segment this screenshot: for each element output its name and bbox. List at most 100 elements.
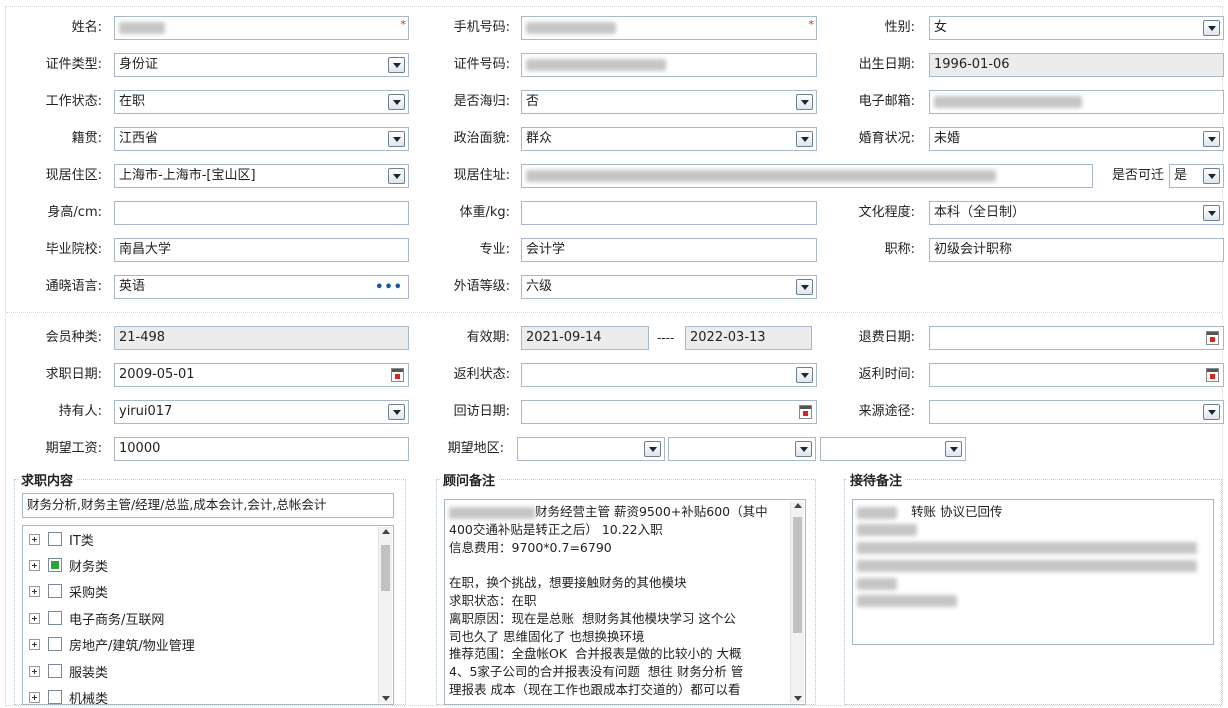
source-select[interactable] [929, 400, 1224, 424]
jobdate-field[interactable]: 2009-05-01 [114, 363, 409, 387]
chevron-down-icon[interactable] [945, 441, 962, 457]
expand-icon[interactable] [29, 585, 40, 597]
title-field[interactable]: 初级会计职称 [929, 238, 1224, 262]
major-field[interactable]: 会计学 [521, 238, 817, 262]
rebate-time-field[interactable] [929, 363, 1224, 387]
gender-select[interactable]: 女 [929, 16, 1224, 40]
chevron-down-icon[interactable] [388, 57, 405, 73]
scroll-thumb[interactable] [381, 545, 390, 591]
scroll-up-icon[interactable] [382, 529, 390, 534]
area-select-3[interactable] [820, 437, 966, 461]
scroll-up-icon[interactable] [794, 503, 802, 508]
checkbox-checked[interactable] [48, 558, 62, 572]
checkbox[interactable] [48, 637, 62, 651]
chevron-down-icon[interactable] [1203, 205, 1220, 221]
salary-field[interactable]: 10000 [114, 437, 409, 461]
returnee-select[interactable]: 否 [521, 90, 817, 114]
rebate-status-select[interactable] [521, 363, 817, 387]
tree-item-it[interactable]: IT类 [29, 527, 94, 551]
education-select[interactable]: 本科（全日制） [929, 201, 1224, 225]
member-type-value: 21-498 [119, 330, 166, 345]
name-field[interactable]: * [114, 16, 409, 40]
calendar-icon[interactable] [1206, 368, 1219, 382]
expand-icon[interactable] [29, 533, 40, 545]
tree-item-label: 采购类 [69, 585, 109, 601]
tree-item-machinery[interactable]: 机械类 [29, 685, 108, 704]
expand-icon[interactable] [29, 691, 40, 703]
chevron-down-icon[interactable] [644, 441, 661, 457]
chevron-down-icon[interactable] [795, 441, 812, 457]
chevron-down-icon[interactable] [388, 94, 405, 110]
tree-item-label: IT类 [69, 533, 94, 549]
chevron-down-icon[interactable] [1203, 20, 1220, 36]
school-field[interactable]: 南昌大学 [114, 238, 409, 262]
chevron-down-icon[interactable] [796, 94, 813, 110]
tree-item-label: 财务类 [69, 559, 109, 575]
refund-date-field[interactable] [929, 326, 1224, 350]
checkbox[interactable] [48, 664, 62, 678]
calendar-icon[interactable] [391, 368, 404, 382]
tree-item-label: 服装类 [69, 665, 109, 681]
area-select-2[interactable] [668, 437, 816, 461]
chevron-down-icon[interactable] [388, 131, 405, 147]
category-tree[interactable]: IT类 财务类 采购类 电子商务/互联网 房地产/建筑/物业管理 服装类 机械类 [22, 525, 394, 705]
area-select-1[interactable] [517, 437, 665, 461]
tree-item-realestate[interactable]: 房地产/建筑/物业管理 [29, 632, 195, 656]
political-value: 群众 [526, 131, 553, 146]
expand-icon[interactable] [29, 665, 40, 677]
chevron-down-icon[interactable] [796, 367, 813, 383]
idtype-select[interactable]: 身份证 [114, 53, 409, 77]
more-options-icon[interactable]: ••• [375, 277, 403, 298]
langlevel-select[interactable]: 六级 [521, 275, 817, 299]
education-value: 本科（全日制） [934, 205, 1026, 220]
consultant-notes-textarea[interactable]: 财务经营主管 薪资9500+补贴600（其中 400交通补贴是转正之后） 10.… [444, 499, 806, 705]
visit-date-field[interactable] [521, 400, 817, 424]
expand-icon[interactable] [29, 612, 40, 624]
address-label: 现居住址: [453, 168, 510, 183]
language-field[interactable]: 英语 ••• [114, 275, 409, 299]
reception-notes-textarea[interactable]: 转账 协议已回传 [852, 499, 1214, 645]
address-field[interactable] [521, 164, 1093, 188]
scroll-down-icon[interactable] [794, 696, 802, 701]
expand-icon[interactable] [29, 638, 40, 650]
email-field[interactable] [929, 90, 1224, 114]
tree-item-finance[interactable]: 财务类 [29, 553, 108, 577]
checkbox[interactable] [48, 532, 62, 546]
idno-field[interactable] [521, 53, 817, 77]
calendar-icon[interactable] [799, 405, 812, 419]
school-label: 毕业院校: [45, 242, 102, 257]
tree-item-purchase[interactable]: 采购类 [29, 579, 108, 603]
tree-item-apparel[interactable]: 服装类 [29, 659, 108, 683]
tree-scrollbar[interactable] [378, 527, 392, 703]
region-select[interactable]: 上海市-上海市-[宝山区] [114, 164, 409, 188]
political-select[interactable]: 群众 [521, 127, 817, 151]
chevron-down-icon[interactable] [1203, 404, 1220, 420]
major-value: 会计学 [526, 242, 566, 257]
phone-field[interactable]: * [521, 16, 817, 40]
chevron-down-icon[interactable] [796, 279, 813, 295]
chevron-down-icon[interactable] [1203, 168, 1220, 184]
holder-select[interactable]: yirui017 [114, 400, 409, 424]
notes-scrollbar[interactable] [790, 501, 804, 703]
weight-field[interactable] [521, 201, 817, 225]
workstatus-select[interactable]: 在职 [114, 90, 409, 114]
expand-icon[interactable] [29, 559, 40, 571]
tree-item-ecommerce[interactable]: 电子商务/互联网 [29, 606, 164, 630]
native-select[interactable]: 江西省 [114, 127, 409, 151]
chevron-down-icon[interactable] [796, 131, 813, 147]
job-summary-field[interactable]: 财务分析,财务主管/经理/总监,成本会计,会计,总帐会计 [22, 493, 394, 518]
checkbox[interactable] [48, 690, 62, 704]
marital-select[interactable]: 未婚 [929, 127, 1224, 151]
chevron-down-icon[interactable] [388, 168, 405, 184]
calendar-icon[interactable] [1206, 331, 1219, 345]
tree-item-label: 电子商务/互联网 [69, 612, 165, 628]
chevron-down-icon[interactable] [1203, 131, 1220, 147]
relocate-select[interactable]: 是 [1169, 164, 1224, 188]
langlevel-label: 外语等级: [453, 279, 510, 294]
chevron-down-icon[interactable] [388, 404, 405, 420]
height-field[interactable] [114, 201, 409, 225]
checkbox[interactable] [48, 611, 62, 625]
checkbox[interactable] [48, 584, 62, 598]
scroll-down-icon[interactable] [382, 696, 390, 701]
scroll-thumb[interactable] [793, 517, 802, 633]
